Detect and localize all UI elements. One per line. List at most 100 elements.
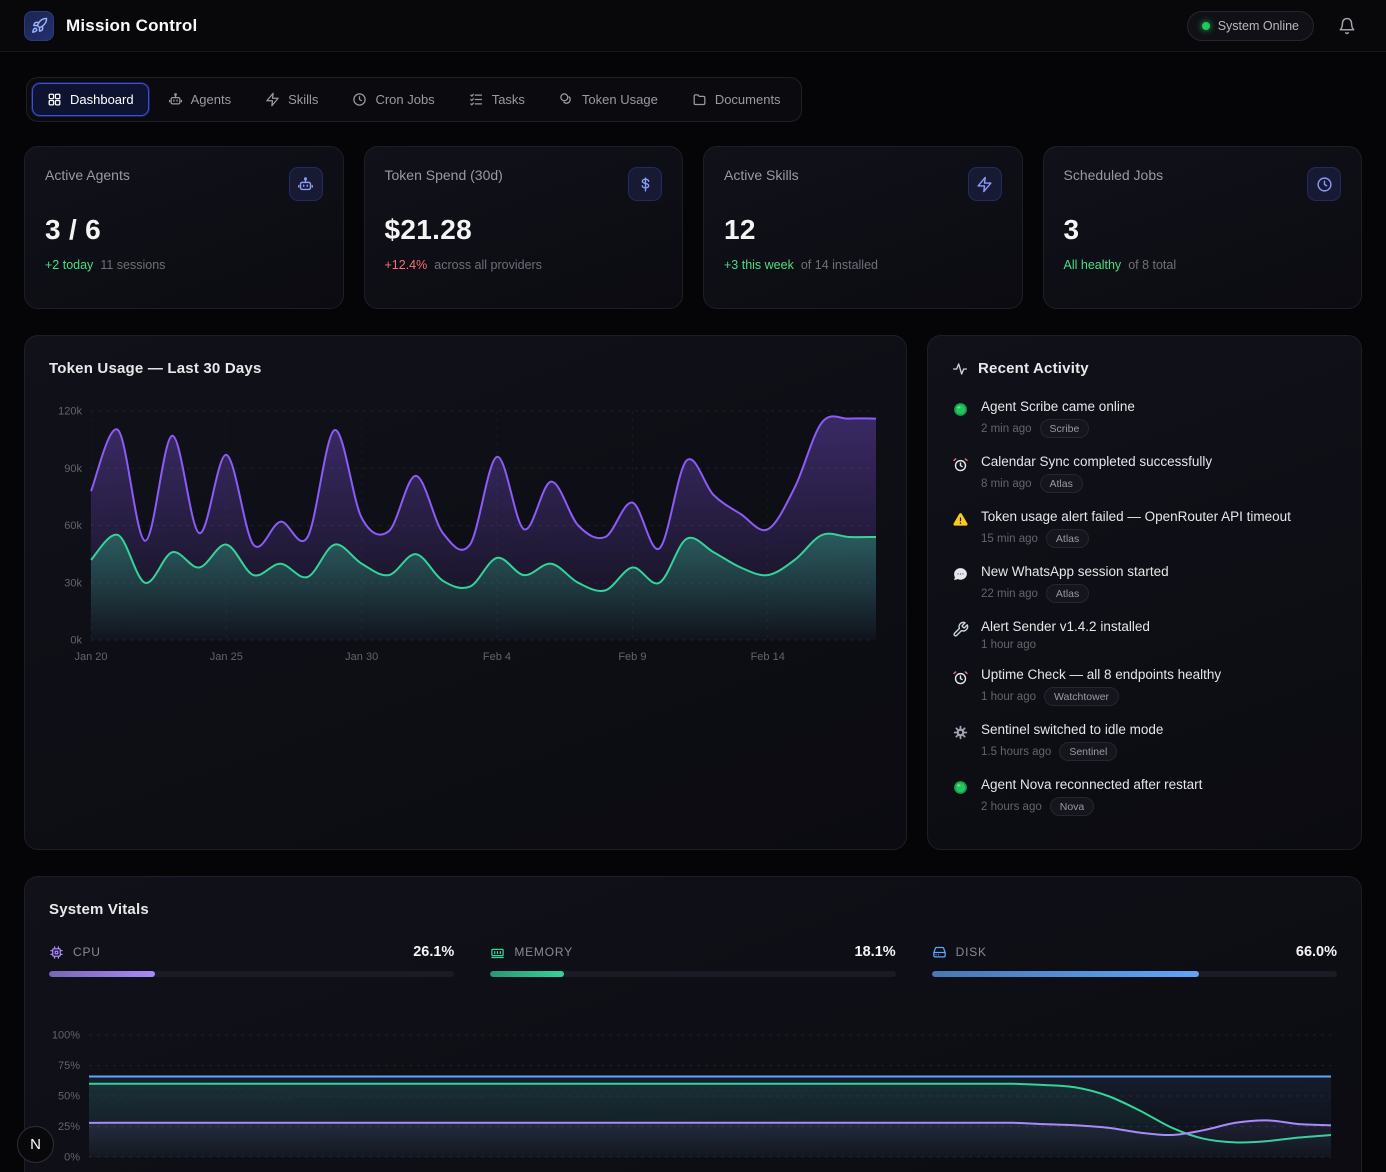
svg-text:60k: 60k <box>64 520 82 532</box>
vitals-meters: CPU26.1%MEMORY18.1%DISK66.0% <box>49 944 1337 977</box>
stat-title: Active Skills <box>724 167 799 183</box>
tab-label: Dashboard <box>70 92 134 107</box>
token-usage-panel: Token Usage — Last 30 Days 0k30k60k90k12… <box>24 335 907 850</box>
alarm-clock-icon <box>952 669 969 686</box>
activity-text: Uptime Check — all 8 endpoints healthy <box>981 667 1221 682</box>
folder-icon <box>692 92 707 107</box>
svg-text:75%: 75% <box>58 1060 80 1072</box>
stat-card-active-agents: Active Agents3 / 6+2 today11 sessions <box>24 146 344 309</box>
tab-documents[interactable]: Documents <box>677 83 796 116</box>
brand: Mission Control <box>24 11 197 41</box>
stat-title: Token Spend (30d) <box>385 167 503 183</box>
activity-item: Agent Nova reconnected after restart 2 ho… <box>952 769 1337 824</box>
svg-text:0k: 0k <box>70 635 82 647</box>
agent-badge: Atlas <box>1046 529 1089 548</box>
tab-agents[interactable]: Agents <box>153 83 246 116</box>
clock-icon <box>1307 167 1341 201</box>
tab-tasks[interactable]: Tasks <box>454 83 540 116</box>
activity-text: Sentinel switched to idle mode <box>981 722 1163 737</box>
tab-dashboard[interactable]: Dashboard <box>32 83 149 116</box>
activity-time: 22 min ago <box>981 588 1038 600</box>
tasks-icon <box>469 92 484 107</box>
stat-value: 12 <box>724 214 1002 246</box>
activity-item: Token usage alert failed — OpenRouter AP… <box>952 501 1337 556</box>
app-header: Mission Control System Online <box>0 0 1386 52</box>
activity-time: 2 min ago <box>981 423 1032 435</box>
stat-note: across all providers <box>434 258 542 272</box>
alarm-clock-icon <box>952 456 969 473</box>
warning-icon <box>952 511 969 528</box>
meter-value: 18.1% <box>855 944 896 960</box>
stat-delta: All healthy <box>1064 258 1122 272</box>
svg-text:Feb 14: Feb 14 <box>751 651 785 663</box>
meter-label: MEMORY <box>514 945 573 959</box>
agent-badge: Watchtower <box>1044 687 1119 706</box>
online-dot-icon <box>1202 22 1210 30</box>
agent-badge: Sentinel <box>1059 742 1117 761</box>
bell-icon[interactable] <box>1334 13 1360 39</box>
meter-value: 66.0% <box>1296 944 1337 960</box>
meter-fill <box>49 971 155 977</box>
svg-text:90k: 90k <box>64 463 82 475</box>
stat-cards-row: Active Agents3 / 6+2 today11 sessionsTok… <box>24 146 1362 309</box>
tools-icon <box>952 621 969 638</box>
tab-label: Tasks <box>492 92 525 107</box>
vital-meter-memory: MEMORY 18.1% <box>490 944 895 977</box>
tab-label: Token Usage <box>582 92 658 107</box>
vitals-history-chart: 0%25%50%75%100% <box>49 1027 1337 1172</box>
tab-cron-jobs[interactable]: Cron Jobs <box>337 83 449 116</box>
stat-value: 3 / 6 <box>45 214 323 246</box>
stat-value: $21.28 <box>385 214 663 246</box>
status-label: System Online <box>1218 19 1299 33</box>
agent-badge: Nova <box>1050 797 1095 816</box>
clock-icon <box>352 92 367 107</box>
activity-time: 2 hours ago <box>981 801 1042 813</box>
stat-title: Scheduled Jobs <box>1064 167 1164 183</box>
activity-time: 8 min ago <box>981 478 1032 490</box>
vital-meter-disk: DISK 66.0% <box>932 944 1337 977</box>
stat-note: 11 sessions <box>100 258 165 272</box>
system-status-badge: System Online <box>1187 11 1314 41</box>
stat-title: Active Agents <box>45 167 130 183</box>
tab-label: Cron Jobs <box>375 92 434 107</box>
bot-icon <box>289 167 323 201</box>
svg-text:Feb 4: Feb 4 <box>483 651 511 663</box>
stat-card-token-spend-30d-: Token Spend (30d) $21.28 +12.4% across all … <box>364 146 684 309</box>
cpu-icon <box>49 945 64 960</box>
activity-item: Alert Sender v1.4.2 installed1 hour ago <box>952 611 1337 659</box>
dollar-icon <box>628 167 662 201</box>
activity-item: Agent Scribe came online2 min agoScribe <box>952 391 1337 446</box>
bot-icon <box>168 92 183 107</box>
svg-text:50%: 50% <box>58 1091 80 1103</box>
tab-token-usage[interactable]: Token Usage <box>544 83 673 116</box>
activity-time: 1 hour ago <box>981 691 1036 703</box>
activity-time: 1 hour ago <box>981 639 1036 651</box>
tab-skills[interactable]: Skills <box>250 83 333 116</box>
svg-text:Jan 30: Jan 30 <box>345 651 378 663</box>
svg-text:0%: 0% <box>64 1152 80 1164</box>
agent-badge: Scribe <box>1040 419 1090 438</box>
dashboard-grid-icon <box>47 92 62 107</box>
avatar-letter: N <box>30 1136 41 1153</box>
stat-note: of 14 installed <box>801 258 878 272</box>
green-dot-icon <box>952 779 969 796</box>
app-title: Mission Control <box>66 16 197 36</box>
meter-fill <box>932 971 1200 977</box>
meter-label: DISK <box>956 945 987 959</box>
meter-track <box>49 971 454 977</box>
green-dot-icon <box>952 401 969 418</box>
meter-track <box>490 971 895 977</box>
activity-text: Agent Nova reconnected after restart <box>981 777 1202 792</box>
activity-item: New WhatsApp session started22 min agoAt… <box>952 556 1337 611</box>
stat-card-scheduled-jobs: Scheduled Jobs3All healthyof 8 total <box>1043 146 1363 309</box>
disk-icon <box>932 945 947 960</box>
activity-text: Calendar Sync completed successfully <box>981 454 1212 469</box>
gear-icon <box>952 724 969 741</box>
meter-label: CPU <box>73 945 101 959</box>
token-chart-title: Token Usage — Last 30 Days <box>49 360 882 377</box>
avatar[interactable]: N <box>17 1126 54 1163</box>
vitals-title: System Vitals <box>49 901 1337 918</box>
recent-activity-panel: Recent Activity Agent Scribe came online… <box>927 335 1362 850</box>
stat-delta: +12.4% <box>385 258 428 272</box>
agent-badge: Atlas <box>1046 584 1089 603</box>
